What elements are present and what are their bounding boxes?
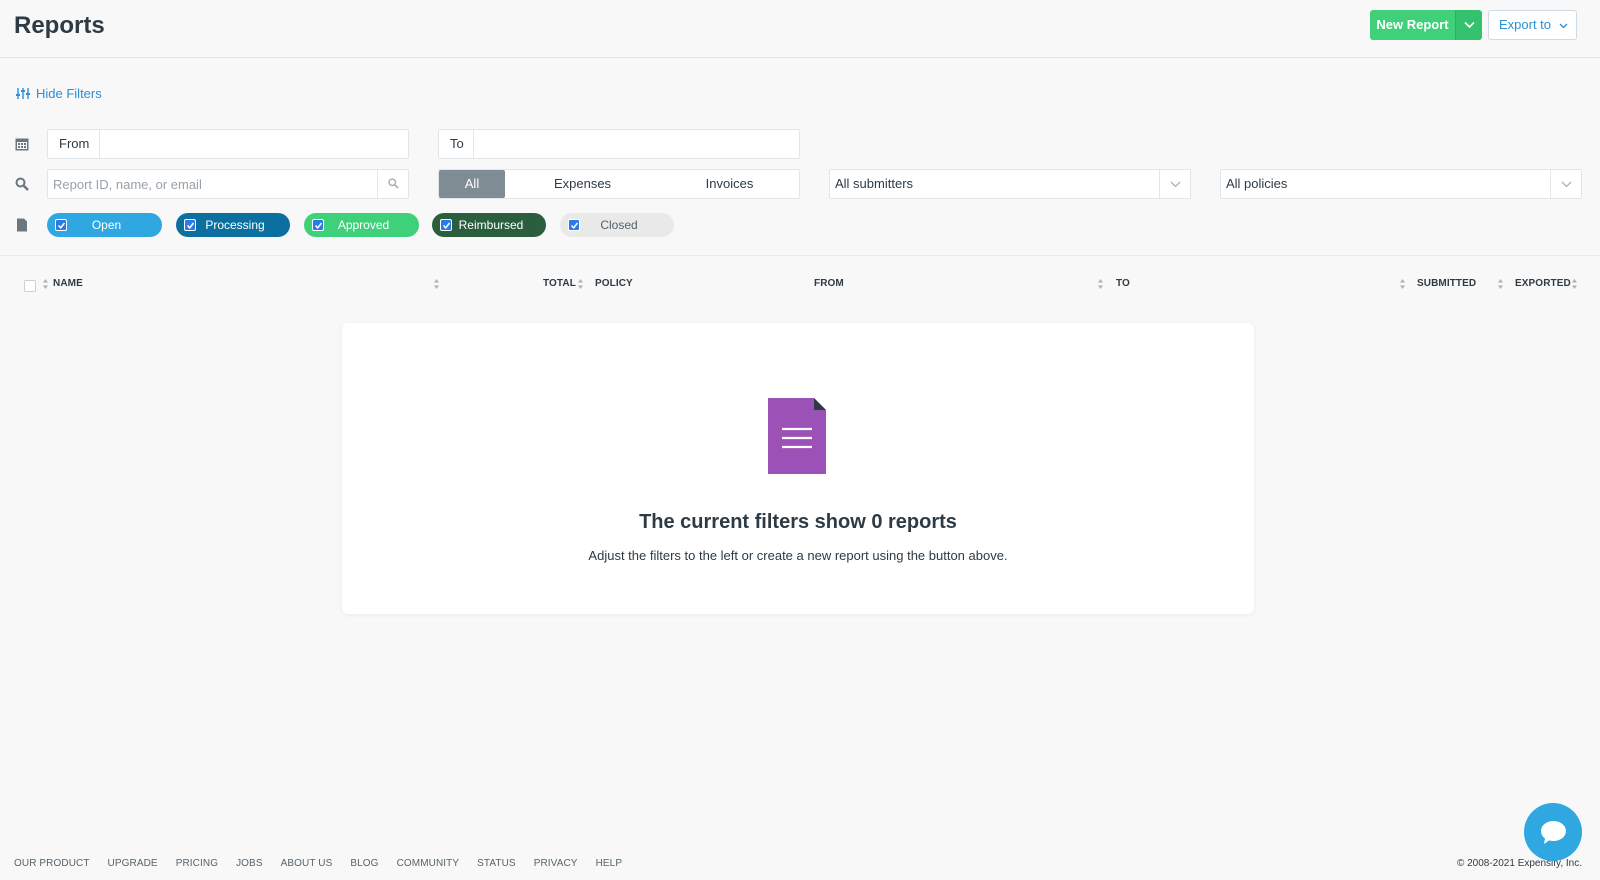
column-header-total[interactable]: TOTAL bbox=[543, 278, 576, 289]
policies-select[interactable]: All policies bbox=[1220, 169, 1582, 199]
sort-icon[interactable] bbox=[42, 278, 49, 290]
submitters-select[interactable]: All submitters bbox=[829, 169, 1191, 199]
status-filter-reimbursed[interactable]: Reimbursed bbox=[432, 213, 546, 237]
sort-icon[interactable] bbox=[1497, 278, 1504, 290]
search-icon bbox=[388, 178, 399, 189]
chat-bubble-icon bbox=[1541, 821, 1566, 844]
footer-link-pricing[interactable]: PRICING bbox=[176, 858, 218, 869]
from-date-field[interactable]: From bbox=[47, 129, 409, 159]
chat-button[interactable] bbox=[1524, 803, 1582, 861]
status-filter-label: Processing bbox=[205, 218, 265, 232]
report-type-tabs: All Expenses Invoices bbox=[438, 169, 800, 199]
tab-all[interactable]: All bbox=[439, 170, 505, 198]
filters-divider bbox=[0, 255, 1600, 256]
page-title: Reports bbox=[14, 12, 105, 39]
status-filter-label: Reimbursed bbox=[458, 218, 524, 232]
submitters-select-caret[interactable] bbox=[1159, 170, 1190, 198]
report-search-field[interactable] bbox=[47, 169, 409, 199]
sliders-icon bbox=[16, 88, 30, 99]
export-to-label: Export to bbox=[1499, 17, 1552, 32]
sort-icon[interactable] bbox=[433, 278, 440, 290]
status-filter-open[interactable]: Open bbox=[47, 213, 162, 237]
footer-link-about-us[interactable]: ABOUT US bbox=[281, 858, 333, 869]
footer-link-status[interactable]: STATUS bbox=[477, 858, 516, 869]
empty-state-subtitle: Adjust the filters to the left or create… bbox=[588, 548, 1008, 563]
submitters-select-value: All submitters bbox=[835, 176, 914, 191]
empty-state-card: The current filters show 0 reports Adjus… bbox=[342, 323, 1254, 614]
to-date-field[interactable]: To bbox=[438, 129, 800, 159]
to-date-input[interactable] bbox=[474, 130, 799, 158]
sort-icon[interactable] bbox=[577, 278, 584, 290]
column-header-from[interactable]: FROM bbox=[814, 278, 844, 289]
column-header-submitted[interactable]: SUBMITTED bbox=[1417, 278, 1476, 289]
status-filter-processing[interactable]: Processing bbox=[176, 213, 290, 237]
footer-link-community[interactable]: COMMUNITY bbox=[397, 858, 460, 869]
tab-expenses[interactable]: Expenses bbox=[505, 170, 660, 198]
from-label: From bbox=[48, 130, 100, 158]
footer-link-jobs[interactable]: JOBS bbox=[236, 858, 263, 869]
policies-select-caret[interactable] bbox=[1550, 170, 1581, 198]
report-document-icon bbox=[768, 398, 826, 474]
footer-link-upgrade[interactable]: UPGRADE bbox=[108, 858, 158, 869]
from-date-input[interactable] bbox=[100, 130, 408, 158]
footer-link-blog[interactable]: BLOG bbox=[350, 858, 378, 869]
footer-link-privacy[interactable]: PRIVACY bbox=[534, 858, 578, 869]
policies-select-value: All policies bbox=[1226, 176, 1288, 191]
page-header: Reports New Report Export to bbox=[0, 0, 1600, 58]
calendar-icon bbox=[15, 138, 29, 151]
new-report-dropdown-button[interactable] bbox=[1455, 10, 1482, 40]
search-icon bbox=[15, 177, 29, 191]
footer-links: OUR PRODUCT UPGRADE PRICING JOBS ABOUT US BLO… bbox=[14, 858, 640, 869]
chevron-down-icon bbox=[1561, 181, 1572, 188]
status-filter-label: Open bbox=[91, 218, 122, 232]
footer-link-our-product[interactable]: OUR PRODUCT bbox=[14, 858, 90, 869]
footer-link-help[interactable]: HELP bbox=[596, 858, 623, 869]
column-header-exported[interactable]: EXPORTED bbox=[1515, 278, 1571, 289]
document-icon bbox=[17, 218, 27, 232]
sort-icon[interactable] bbox=[1571, 278, 1578, 290]
export-to-button[interactable]: Export to bbox=[1488, 10, 1577, 40]
chevron-down-icon bbox=[1170, 181, 1181, 188]
sort-icon[interactable] bbox=[1399, 278, 1406, 290]
status-filter-closed[interactable]: Closed bbox=[560, 213, 674, 237]
chevron-down-icon bbox=[1464, 21, 1475, 29]
empty-state-title: The current filters show 0 reports bbox=[639, 511, 957, 533]
status-filter-label: Approved bbox=[337, 218, 390, 232]
status-filter-label: Closed bbox=[600, 218, 638, 232]
select-all-checkbox[interactable] bbox=[24, 280, 36, 292]
column-header-to[interactable]: TO bbox=[1116, 278, 1130, 289]
sort-icon[interactable] bbox=[1097, 278, 1104, 290]
status-filter-approved[interactable]: Approved bbox=[304, 213, 419, 237]
hide-filters-link[interactable]: Hide Filters bbox=[16, 86, 102, 101]
search-button[interactable] bbox=[377, 170, 408, 198]
tab-invoices[interactable]: Invoices bbox=[660, 170, 799, 198]
column-header-name[interactable]: NAME bbox=[53, 278, 83, 289]
to-label: To bbox=[439, 130, 474, 158]
hide-filters-label: Hide Filters bbox=[36, 86, 102, 101]
copyright: © 2008-2021 Expensify, Inc. bbox=[1456, 858, 1582, 869]
new-report-button[interactable]: New Report bbox=[1370, 10, 1455, 40]
chevron-down-icon bbox=[1559, 23, 1568, 29]
report-search-input[interactable] bbox=[48, 170, 377, 198]
column-header-policy[interactable]: POLICY bbox=[595, 278, 633, 289]
